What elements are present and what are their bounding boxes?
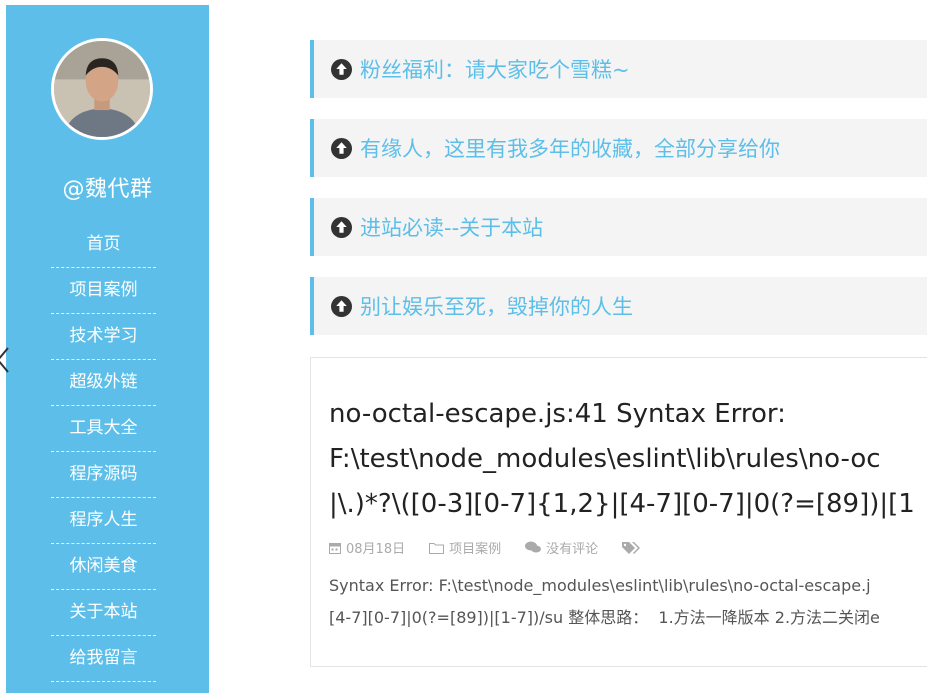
nav-item-guestbook[interactable]: 给我留言 bbox=[51, 636, 156, 682]
article-title-line: |\.)*?\([0-3][0-7]{1,2}|[4-7][0-7]|0(?=[… bbox=[329, 489, 915, 519]
nav-item-tech[interactable]: 技术学习 bbox=[51, 314, 156, 360]
article-date-text: 08月18日 bbox=[346, 542, 406, 557]
tags-icon bbox=[622, 542, 641, 554]
notice-text: 进站必读--关于本站 bbox=[360, 216, 544, 240]
article-comments-text: 没有评论 bbox=[546, 542, 599, 557]
article-comments[interactable]: 没有评论 bbox=[525, 538, 598, 557]
chevron-left-icon[interactable] bbox=[0, 346, 10, 374]
notice-item[interactable]: 别让娱乐至死，毁掉你的人生 bbox=[310, 277, 927, 335]
article-tags[interactable] bbox=[622, 541, 645, 554]
nav-item-life[interactable]: 程序人生 bbox=[51, 498, 156, 544]
nav-item-home[interactable]: 首页 bbox=[51, 222, 156, 268]
article-meta: 08月18日 项目案例 没有评论 bbox=[329, 538, 669, 557]
notice-text: 有缘人，这里有我多年的收藏，全部分享给你 bbox=[360, 137, 780, 161]
notice-text: 粉丝福利：请大家吃个雪糕~ bbox=[360, 58, 630, 82]
avatar[interactable] bbox=[51, 38, 153, 140]
arrow-circle-up-icon bbox=[331, 295, 352, 317]
excerpt-line: Syntax Error: F:\test\node_modules\eslin… bbox=[329, 576, 871, 595]
notice-item[interactable]: 粉丝福利：请大家吃个雪糕~ bbox=[310, 40, 927, 98]
nav-item-food[interactable]: 休闲美食 bbox=[51, 544, 156, 590]
article-card: no-octal-escape.js:41 Syntax Error: F:\t… bbox=[310, 357, 927, 667]
folder-icon bbox=[429, 542, 445, 554]
article-title[interactable]: no-octal-escape.js:41 Syntax Error: F:\t… bbox=[329, 392, 927, 527]
calendar-icon bbox=[329, 542, 341, 554]
excerpt-line: [4-7][0-7]|0(?=[89])|[1-7])/su 整体思路： 1.方… bbox=[329, 608, 880, 627]
article-category[interactable]: 项目案例 bbox=[429, 538, 501, 557]
arrow-circle-up-icon bbox=[331, 58, 352, 80]
nav-item-tools[interactable]: 工具大全 bbox=[51, 406, 156, 452]
comments-icon bbox=[525, 541, 542, 553]
article-excerpt: Syntax Error: F:\test\node_modules\eslin… bbox=[329, 570, 927, 634]
article-date: 08月18日 bbox=[329, 538, 405, 557]
arrow-circle-up-icon bbox=[331, 137, 352, 159]
notice-item[interactable]: 有缘人，这里有我多年的收藏，全部分享给你 bbox=[310, 119, 927, 177]
notice-item[interactable]: 进站必读--关于本站 bbox=[310, 198, 927, 256]
article-title-line: F:\test\node_modules\eslint\lib\rules\no… bbox=[329, 444, 881, 474]
notice-text: 别让娱乐至死，毁掉你的人生 bbox=[360, 295, 633, 319]
nav-item-links[interactable]: 超级外链 bbox=[51, 360, 156, 406]
nav-item-source[interactable]: 程序源码 bbox=[51, 452, 156, 498]
author-name: @魏代群 bbox=[62, 177, 153, 202]
sidebar: @魏代群 首页 项目案例 技术学习 超级外链 工具大全 程序源码 程序人生 休闲… bbox=[6, 5, 209, 693]
sidebar-nav: 首页 项目案例 技术学习 超级外链 工具大全 程序源码 程序人生 休闲美食 关于… bbox=[51, 222, 156, 682]
nav-item-projects[interactable]: 项目案例 bbox=[51, 268, 156, 314]
nav-item-about[interactable]: 关于本站 bbox=[51, 590, 156, 636]
article-title-line: no-octal-escape.js:41 Syntax Error: bbox=[329, 399, 786, 429]
arrow-circle-up-icon bbox=[331, 216, 352, 238]
article-category-text: 项目案例 bbox=[449, 542, 502, 557]
